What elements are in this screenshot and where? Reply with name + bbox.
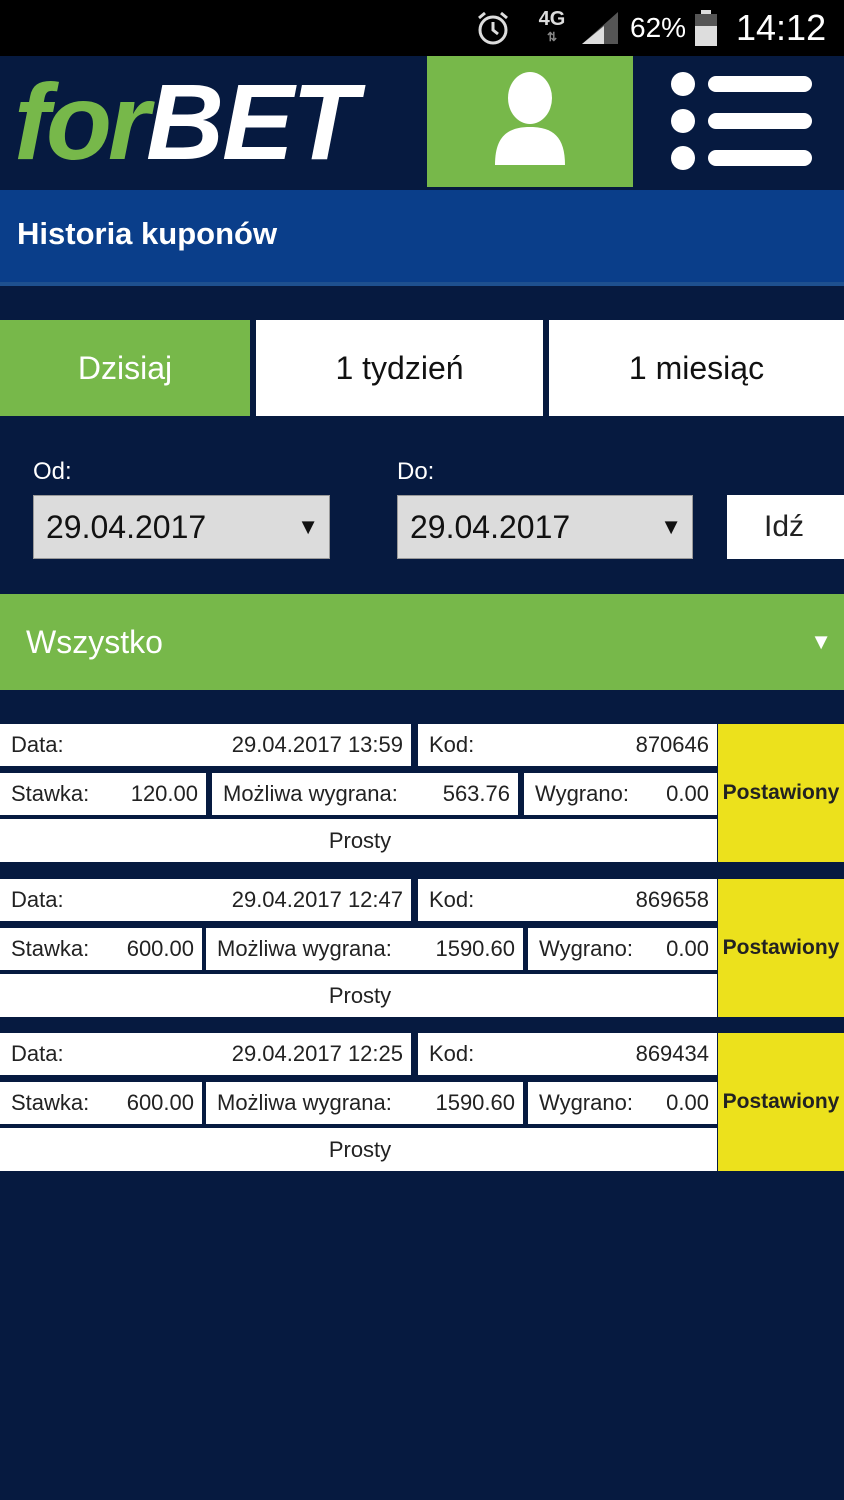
coupon-stake: Stawka: 120.00 [0,773,206,815]
tab-1-month[interactable]: 1 miesiąc [549,320,844,416]
battery-icon [694,0,720,56]
status-bar: 4G ⇅ 62% 14:12 [0,0,844,56]
date-to-value: 29.04.2017 [410,508,571,545]
coupon-status-badge: Postawiony [718,1033,844,1171]
logo-bet-text: BET [145,61,358,182]
battery-percent: 62% [630,12,687,43]
date-from-select[interactable]: 29.04.2017 ▼ [33,495,330,559]
coupon-possible-win: Możliwa wygrana: 1590.60 [206,1082,523,1124]
account-button[interactable] [427,56,633,187]
coupon-code: Kod: 869434 [418,1033,717,1075]
coupon-date: Data: 29.04.2017 13:59 [0,724,411,766]
coupon-possible-win: Możliwa wygrana: 563.76 [212,773,518,815]
date-from-value: 29.04.2017 [46,508,207,545]
page-title-bar: Historia kuponów [0,190,844,286]
status-filter-value: Wszystko [26,623,163,660]
user-icon [493,71,567,172]
app-header: for BET [0,56,844,190]
coupon-date: Data: 29.04.2017 12:25 [0,1033,411,1075]
dropdown-arrow-icon: ▼ [660,514,682,539]
network-indicator: 4G ⇅ [538,8,566,44]
coupon-won: Wygrano: 0.00 [524,773,717,815]
tab-today[interactable]: Dzisiaj [0,320,250,416]
page-title: Historia kuponów [17,216,278,251]
main-menu-button[interactable] [640,56,844,190]
coupon-type: Prosty [0,816,717,862]
coupon-status-badge: Postawiony [718,724,844,862]
coupon-code: Kod: 870646 [418,724,717,766]
coupon-won: Wygrano: 0.00 [528,928,717,970]
logo-for-text: for [14,61,150,182]
coupon-stake: Stawka: 600.00 [0,1082,202,1124]
clock: 14:12 [736,7,827,48]
date-from-label: Od: [33,458,72,485]
forbet-logo[interactable]: for BET [14,61,358,182]
dropdown-arrow-icon: ▼ [297,514,319,539]
date-to-select[interactable]: 29.04.2017 ▼ [397,495,693,559]
date-to-label: Do: [397,458,435,485]
coupon-item[interactable]: Data: 29.04.2017 12:25 Kod: 869434 Stawka:… [0,1033,844,1171]
coupon-type: Prosty [0,1125,717,1171]
status-filter-select[interactable]: Wszystko ▼ [0,594,844,690]
go-button[interactable]: Idź [727,495,844,559]
coupon-type: Prosty [0,971,717,1017]
alarm-icon [474,0,514,56]
signal-icon [580,0,620,56]
coupon-date: Data: 29.04.2017 12:47 [0,879,411,921]
coupon-item[interactable]: Data: 29.04.2017 13:59 Kod: 870646 Stawka:… [0,724,844,862]
coupon-won: Wygrano: 0.00 [528,1082,717,1124]
hamburger-menu-icon [670,71,814,175]
coupon-code: Kod: 869658 [418,879,717,921]
tab-1-week[interactable]: 1 tydzień [256,320,543,416]
coupon-stake: Stawka: 600.00 [0,928,202,970]
coupon-item[interactable]: Data: 29.04.2017 12:47 Kod: 869658 Stawka:… [0,879,844,1017]
dropdown-arrow-icon: ▼ [810,629,832,654]
coupon-possible-win: Możliwa wygrana: 1590.60 [206,928,523,970]
coupon-status-badge: Postawiony [718,879,844,1017]
